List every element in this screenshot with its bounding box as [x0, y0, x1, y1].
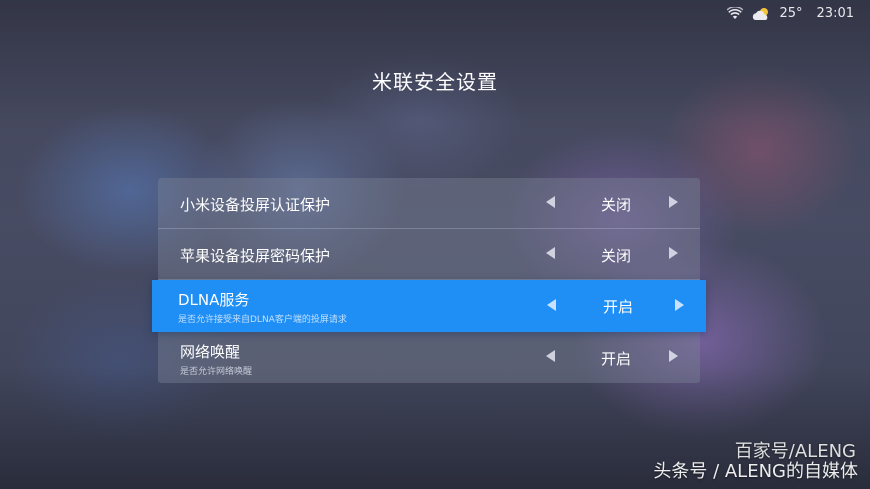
temperature-text: 25° — [779, 6, 803, 21]
watermark-toutiao: 头条号 / ALENG的自媒体 — [653, 461, 858, 482]
settings-list: 小米设备投屏认证保护 关闭 苹果设备投屏密码保护 关闭 DLNA服务 是否允许接… — [152, 178, 706, 383]
arrow-right-icon[interactable] — [669, 196, 678, 208]
page-title: 米联安全设置 — [372, 70, 498, 94]
setting-value: 开启 — [600, 350, 631, 368]
setting-label: 苹果设备投屏密码保护 — [180, 247, 331, 265]
arrow-right-icon[interactable] — [669, 350, 678, 362]
clock-text: 23:01 — [816, 6, 854, 21]
arrow-left-icon[interactable] — [546, 247, 555, 259]
arrow-left-icon[interactable] — [547, 299, 556, 311]
setting-value: 关闭 — [600, 196, 631, 214]
setting-description: 是否允许接受来自DLNA客户端的投屏请求 — [178, 315, 347, 325]
setting-row-wake-on-lan[interactable]: 网络唤醒 是否允许网络唤醒 开启 — [158, 332, 700, 383]
setting-label: 小米设备投屏认证保护 — [180, 196, 331, 214]
setting-row-xiaomi-cast-auth[interactable]: 小米设备投屏认证保护 关闭 — [158, 178, 700, 229]
setting-label: DLNA服务 — [178, 291, 250, 309]
setting-description: 是否允许网络唤醒 — [180, 367, 253, 377]
setting-value: 开启 — [602, 298, 633, 316]
arrow-left-icon[interactable] — [546, 196, 555, 208]
partly-cloudy-icon — [753, 7, 769, 20]
arrow-right-icon[interactable] — [675, 299, 684, 311]
setting-row-apple-cast-password[interactable]: 苹果设备投屏密码保护 关闭 — [158, 229, 700, 280]
arrow-left-icon[interactable] — [546, 350, 555, 362]
arrow-right-icon[interactable] — [669, 247, 678, 259]
setting-value: 关闭 — [600, 247, 631, 265]
setting-label: 网络唤醒 — [180, 343, 241, 361]
wifi-icon — [727, 7, 744, 19]
status-bar: 25° 23:01 — [727, 6, 854, 21]
setting-row-dlna-service[interactable]: DLNA服务 是否允许接受来自DLNA客户端的投屏请求 开启 — [152, 280, 706, 332]
